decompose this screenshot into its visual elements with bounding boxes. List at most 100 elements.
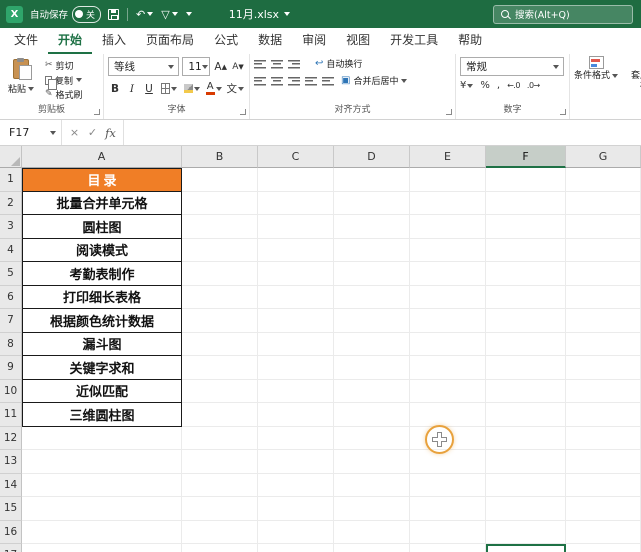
row-header-16[interactable]: 16: [0, 521, 22, 545]
cell-D4[interactable]: [334, 239, 410, 263]
cell-C4[interactable]: [258, 239, 334, 263]
cell-G12[interactable]: [566, 427, 641, 451]
cell-B4[interactable]: [182, 239, 258, 263]
tab-review[interactable]: 审阅: [292, 28, 336, 54]
cell-A5[interactable]: 考勤表制作: [22, 262, 182, 286]
cell-G6[interactable]: [566, 286, 641, 310]
align-center-icon[interactable]: [271, 76, 283, 86]
conditional-formatting-button[interactable]: 条件格式: [574, 56, 618, 104]
cell-E5[interactable]: [410, 262, 486, 286]
cell-G5[interactable]: [566, 262, 641, 286]
cell-A15[interactable]: [22, 497, 182, 521]
cell-D7[interactable]: [334, 309, 410, 333]
align-left-icon[interactable]: [254, 76, 266, 86]
format-as-table-button[interactable]: 套用表格格式: [627, 56, 641, 104]
select-all-corner[interactable]: [0, 146, 22, 168]
cell-A1[interactable]: 目录: [22, 168, 182, 192]
decrease-decimal-button[interactable]: .0→: [527, 81, 540, 90]
decrease-indent-icon[interactable]: [305, 76, 317, 86]
increase-font-button[interactable]: A▲: [213, 58, 228, 75]
copy-button[interactable]: 复制: [45, 74, 83, 87]
phonetic-button[interactable]: 文: [226, 80, 245, 97]
cell-E4[interactable]: [410, 239, 486, 263]
dialog-launcher-icon[interactable]: [560, 109, 566, 115]
cell-B3[interactable]: [182, 215, 258, 239]
cell-G1[interactable]: [566, 168, 641, 192]
cell-B5[interactable]: [182, 262, 258, 286]
cell-D17[interactable]: [334, 544, 410, 552]
cell-G13[interactable]: [566, 450, 641, 474]
cell-F5[interactable]: [486, 262, 566, 286]
row-header-5[interactable]: 5: [0, 262, 22, 286]
cell-G14[interactable]: [566, 474, 641, 498]
cell-F14[interactable]: [486, 474, 566, 498]
cell-B1[interactable]: [182, 168, 258, 192]
cell-E8[interactable]: [410, 333, 486, 357]
cell-B14[interactable]: [182, 474, 258, 498]
cell-E3[interactable]: [410, 215, 486, 239]
cell-E9[interactable]: [410, 356, 486, 380]
tab-data[interactable]: 数据: [248, 28, 292, 54]
cell-D10[interactable]: [334, 380, 410, 404]
cell-F1[interactable]: [486, 168, 566, 192]
cell-C7[interactable]: [258, 309, 334, 333]
cell-D3[interactable]: [334, 215, 410, 239]
cell-C15[interactable]: [258, 497, 334, 521]
comma-style-button[interactable]: ,: [497, 80, 500, 91]
cell-D5[interactable]: [334, 262, 410, 286]
cell-G8[interactable]: [566, 333, 641, 357]
row-header-9[interactable]: 9: [0, 356, 22, 380]
row-header-11[interactable]: 11: [0, 403, 22, 427]
cell-E7[interactable]: [410, 309, 486, 333]
cell-C8[interactable]: [258, 333, 334, 357]
row-header-8[interactable]: 8: [0, 333, 22, 357]
cell-A13[interactable]: [22, 450, 182, 474]
cell-G2[interactable]: [566, 192, 641, 216]
cell-G16[interactable]: [566, 521, 641, 545]
cell-D12[interactable]: [334, 427, 410, 451]
tab-developer[interactable]: 开发工具: [380, 28, 448, 54]
cell-C12[interactable]: [258, 427, 334, 451]
cell-C17[interactable]: [258, 544, 334, 552]
cell-D8[interactable]: [334, 333, 410, 357]
row-header-2[interactable]: 2: [0, 192, 22, 216]
cell-F17[interactable]: [486, 544, 566, 552]
number-format-select[interactable]: 常规: [460, 57, 564, 76]
cell-C11[interactable]: [258, 403, 334, 427]
cell-E6[interactable]: [410, 286, 486, 310]
cell-A12[interactable]: [22, 427, 182, 451]
autosave-toggle[interactable]: 自动保存 关: [30, 6, 101, 23]
paste-button[interactable]: 粘贴: [4, 57, 38, 104]
cell-F13[interactable]: [486, 450, 566, 474]
column-header-B[interactable]: B: [182, 146, 258, 168]
cell-A10[interactable]: 近似匹配: [22, 380, 182, 404]
tab-view[interactable]: 视图: [336, 28, 380, 54]
row-header-1[interactable]: 1: [0, 168, 22, 192]
accounting-format-button[interactable]: ¥: [460, 80, 473, 91]
increase-indent-icon[interactable]: [322, 76, 334, 86]
cell-D14[interactable]: [334, 474, 410, 498]
font-color-button[interactable]: A: [205, 80, 223, 97]
row-header-17[interactable]: 17: [0, 544, 22, 552]
column-header-A[interactable]: A: [22, 146, 182, 168]
cell-C10[interactable]: [258, 380, 334, 404]
row-header-14[interactable]: 14: [0, 474, 22, 498]
borders-button[interactable]: [159, 80, 179, 97]
top-align-icon[interactable]: [254, 59, 266, 69]
cell-C13[interactable]: [258, 450, 334, 474]
cell-E16[interactable]: [410, 521, 486, 545]
tab-insert[interactable]: 插入: [92, 28, 136, 54]
fill-color-button[interactable]: [182, 80, 202, 97]
column-header-G[interactable]: G: [566, 146, 641, 168]
customize-qat-button[interactable]: [186, 12, 192, 16]
cell-G4[interactable]: [566, 239, 641, 263]
increase-decimal-button[interactable]: ←.0: [507, 81, 520, 90]
cell-C6[interactable]: [258, 286, 334, 310]
name-box[interactable]: F17: [0, 120, 62, 145]
cell-B9[interactable]: [182, 356, 258, 380]
dialog-launcher-icon[interactable]: [240, 109, 246, 115]
tab-page-layout[interactable]: 页面布局: [136, 28, 204, 54]
formula-input[interactable]: [124, 120, 641, 145]
cell-F9[interactable]: [486, 356, 566, 380]
italic-button[interactable]: I: [125, 80, 139, 97]
